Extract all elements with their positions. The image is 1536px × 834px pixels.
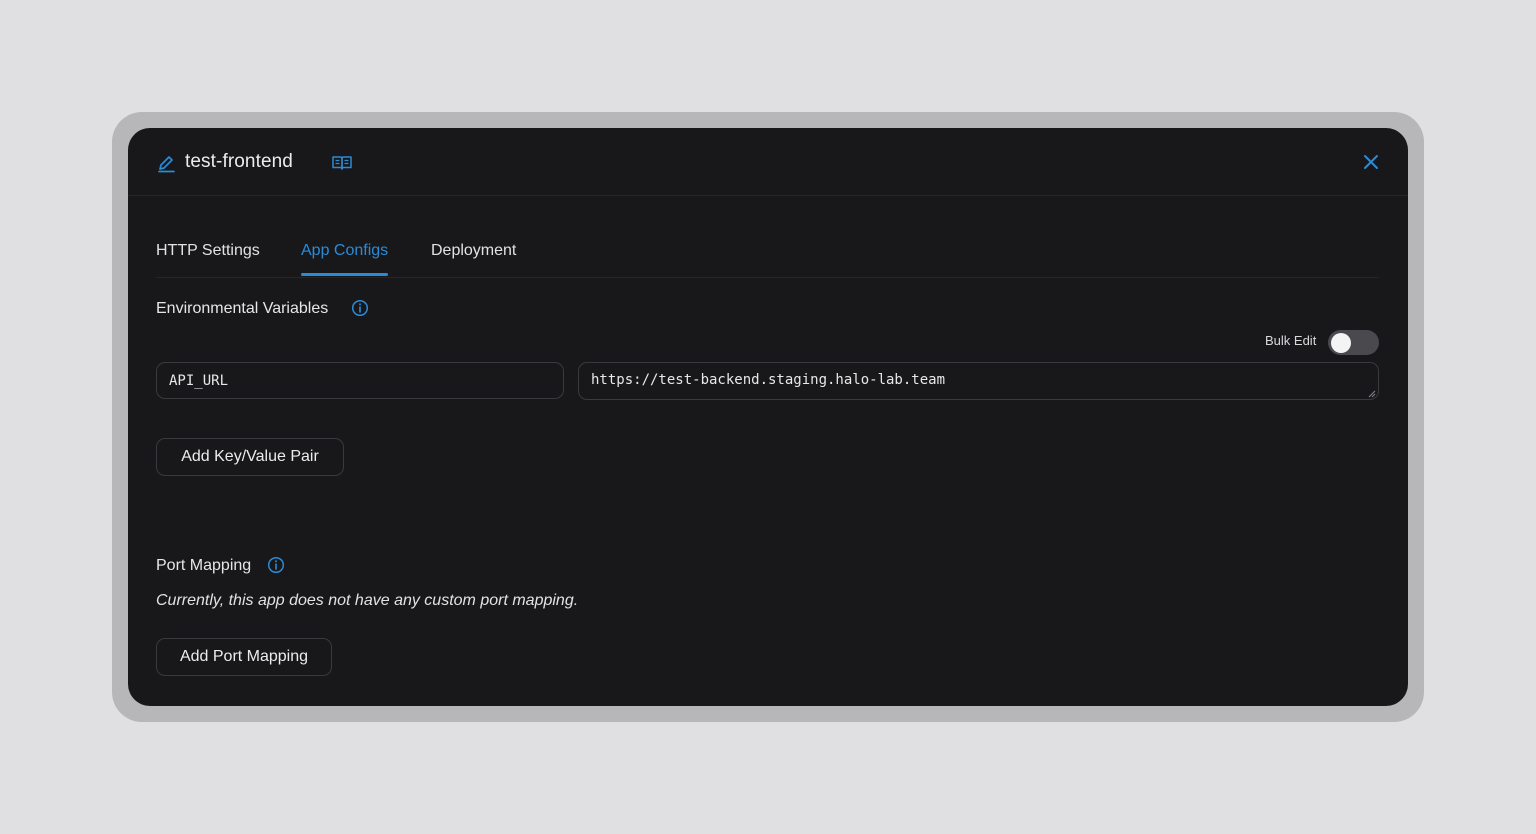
env-key-input[interactable] <box>156 362 564 399</box>
app-title[interactable]: test-frontend <box>185 150 293 174</box>
toggle-knob <box>1331 332 1351 353</box>
port-mapping-empty-note: Currently, this app does not have any cu… <box>156 592 579 609</box>
tab-bar: HTTP Settings App Configs Deployment <box>156 234 1379 278</box>
modal-header: test-frontend <box>128 128 1408 196</box>
book-open-icon[interactable] <box>331 153 353 173</box>
add-port-mapping-button[interactable]: Add Port Mapping <box>156 638 332 676</box>
env-vars-label: Environmental Variables <box>156 300 329 317</box>
bulk-edit-toggle[interactable] <box>1328 330 1379 355</box>
pencil-icon[interactable] <box>156 153 176 173</box>
info-icon[interactable] <box>267 556 285 574</box>
resize-grip-icon[interactable] <box>1368 390 1376 398</box>
add-key-value-pair-button[interactable]: Add Key/Value Pair <box>156 438 344 476</box>
app-config-modal: test-frontend HTTP Settings App Configs … <box>128 128 1408 706</box>
tab-http-settings[interactable]: HTTP Settings <box>156 240 260 274</box>
port-mapping-label: Port Mapping <box>156 557 252 574</box>
bulk-edit-label: Bulk Edit <box>1265 333 1317 348</box>
info-icon[interactable] <box>351 299 369 317</box>
tab-deployment[interactable]: Deployment <box>431 240 516 274</box>
tab-app-configs[interactable]: App Configs <box>301 240 389 276</box>
close-icon[interactable] <box>1362 153 1380 171</box>
modal-frame: test-frontend HTTP Settings App Configs … <box>112 112 1424 722</box>
env-value-input[interactable]: https://test-backend.staging.halo-lab.te… <box>578 362 1379 400</box>
